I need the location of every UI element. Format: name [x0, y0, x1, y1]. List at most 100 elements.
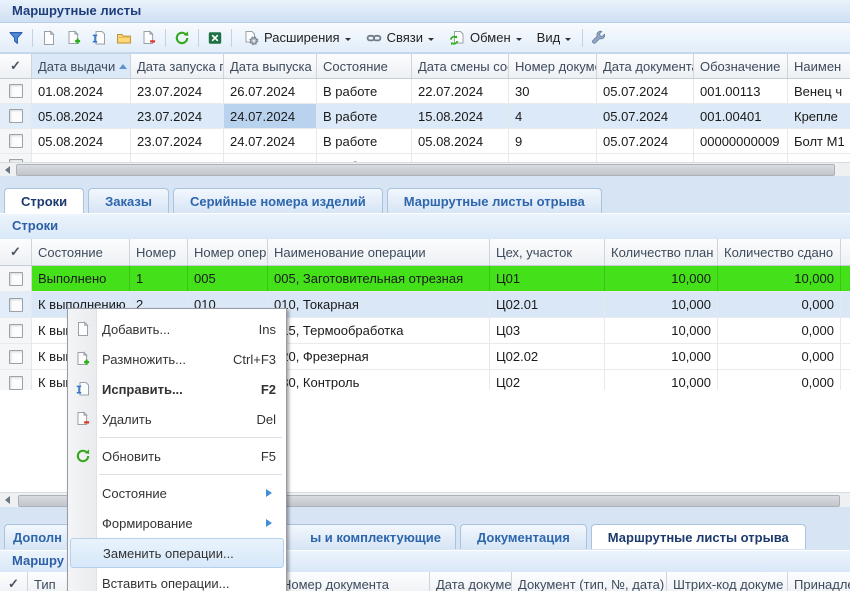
row-checkbox[interactable] [9, 109, 23, 123]
context-menu: Добавить... Ins Размножить... Ctrl+F3 Ис… [67, 308, 287, 591]
column-header-doc-number[interactable]: Номер документа [276, 572, 430, 591]
table-row-done[interactable]: Выполнено1 005005, Заготовительная отрез… [0, 266, 850, 292]
tab-tear-off-sheets[interactable]: Маршрутные листы отрыва [387, 188, 602, 213]
column-header-qty-done[interactable]: Количество сдано [718, 239, 841, 265]
tab-serial-numbers[interactable]: Серийные номера изделий [173, 188, 383, 213]
filter-icon [8, 30, 24, 46]
tab-lines[interactable]: Строки [4, 188, 84, 213]
tab-tear-off-sheets-bottom[interactable]: Маршрутные листы отрыва [591, 524, 806, 549]
table-row[interactable]: 01.08.202423.07.2024 26.07.2024В работе … [0, 79, 850, 104]
toolbar-separator [582, 29, 583, 47]
scrollbar-thumb[interactable] [16, 164, 835, 176]
extensions-gear-icon [243, 30, 259, 46]
filter-button[interactable] [4, 26, 28, 49]
column-header-op-name[interactable]: Наименование операции [268, 239, 490, 265]
column-header-barcode[interactable]: Штрих-код докуме [667, 572, 788, 591]
column-header-state[interactable]: Состояние [32, 239, 130, 265]
focused-cell[interactable]: 24.07.2024 [224, 104, 317, 128]
app-window: Маршрутные листы [0, 0, 850, 591]
row-checkbox[interactable] [9, 84, 23, 98]
refresh-button[interactable] [170, 26, 194, 49]
row-checkbox-cell[interactable] [0, 344, 32, 369]
row-checkbox[interactable] [9, 272, 23, 286]
tab-orders[interactable]: Заказы [88, 188, 169, 213]
column-header-state[interactable]: Состояние [317, 54, 412, 78]
column-header-state-change-date[interactable]: Дата смены сос [412, 54, 509, 78]
add-button[interactable] [37, 26, 61, 49]
column-header-workshop[interactable]: Цех, участок [490, 239, 605, 265]
menu-item-duplicate[interactable]: Размножить... Ctrl+F3 [68, 344, 286, 374]
table-row-selected[interactable]: 05.08.202423.07.2024 24.07.2024В работе … [0, 104, 850, 129]
column-header-document[interactable]: Документ (тип, №, дата) [512, 572, 667, 591]
chevron-down-icon [516, 38, 522, 44]
table-row[interactable]: 05.08.202423.07.2024 24.07.2024В работе … [0, 129, 850, 154]
window-title-bar: Маршрутные листы [0, 0, 850, 23]
scroll-left-arrow[interactable] [3, 496, 11, 504]
exchange-icon [449, 30, 465, 46]
menu-item-state[interactable]: Состояние [68, 478, 286, 508]
menu-item-edit[interactable]: Исправить... F2 [68, 374, 286, 404]
row-checkbox-cell[interactable] [0, 104, 32, 128]
exchange-menu-button[interactable]: Обмен [442, 26, 529, 49]
new-document-icon [41, 30, 57, 46]
copy-button[interactable] [62, 26, 86, 49]
check-column-header[interactable]: ✓ [0, 54, 32, 78]
edit-document-icon [91, 30, 107, 46]
copy-document-icon [74, 351, 92, 367]
submenu-arrow-icon [266, 489, 276, 497]
settings-button[interactable] [587, 26, 611, 49]
row-checkbox-cell[interactable] [0, 129, 32, 153]
links-menu-button[interactable]: Связи [359, 26, 441, 49]
row-checkbox[interactable] [9, 376, 23, 390]
wrench-icon [591, 30, 607, 46]
toolbar-separator [165, 29, 166, 47]
table-body: 01.08.202423.07.2024 26.07.2024В работе … [0, 79, 850, 163]
row-checkbox-cell[interactable] [0, 318, 32, 343]
horizontal-scrollbar[interactable] [0, 162, 850, 176]
column-header-doc-date[interactable]: Дата документа [430, 572, 512, 591]
menu-item-refresh[interactable]: Обновить F5 [68, 441, 286, 471]
column-header-doc-date[interactable]: Дата документа [597, 54, 694, 78]
column-header-doc-number[interactable]: Номер докуме [509, 54, 597, 78]
open-button[interactable] [112, 26, 136, 49]
excel-icon [207, 30, 223, 46]
main-toolbar: Расширения Связи Обмен Вид [0, 23, 850, 53]
menu-item-delete[interactable]: Удалить Del [68, 404, 286, 434]
check-column-header[interactable]: ✓ [0, 572, 28, 591]
tab-documentation[interactable]: Документация [460, 524, 587, 549]
chevron-down-icon [565, 38, 571, 44]
view-menu-button[interactable]: Вид [530, 26, 579, 49]
menu-item-replace-operations[interactable]: Заменить операции... [70, 538, 284, 568]
edit-button[interactable] [87, 26, 111, 49]
row-checkbox[interactable] [9, 134, 23, 148]
column-header-qty-plan[interactable]: Количество план [605, 239, 718, 265]
column-header-issue-date[interactable]: Дата выдачи [32, 54, 131, 78]
copy-document-icon [66, 30, 82, 46]
detail-tabs: Строки Заказы Серийные номера изделий Ма… [0, 188, 602, 213]
row-checkbox[interactable] [9, 350, 23, 364]
export-excel-button[interactable] [203, 26, 227, 49]
check-column-header[interactable]: ✓ [0, 239, 32, 265]
extensions-menu-button[interactable]: Расширения [236, 26, 358, 49]
refresh-icon [74, 448, 92, 464]
column-header-belonging[interactable]: Принадлежн [788, 572, 850, 591]
column-header-launch-date[interactable]: Дата запуска п [131, 54, 224, 78]
row-checkbox[interactable] [9, 324, 23, 338]
row-checkbox-cell[interactable] [0, 292, 32, 317]
column-header-op-number[interactable]: Номер опера [188, 239, 268, 265]
column-header-number[interactable]: Номер [130, 239, 188, 265]
scroll-left-arrow[interactable] [3, 166, 11, 174]
row-checkbox-cell[interactable] [0, 266, 32, 291]
row-checkbox[interactable] [9, 298, 23, 312]
column-header-release-date[interactable]: Дата выпуска п [224, 54, 317, 78]
chevron-down-icon [345, 38, 351, 44]
menu-item-add[interactable]: Добавить... Ins [68, 314, 286, 344]
delete-button[interactable] [137, 26, 161, 49]
column-header-name[interactable]: Наимен [788, 54, 850, 78]
menu-item-insert-operations[interactable]: Вставить операции... [68, 568, 286, 591]
menu-separator [99, 474, 282, 475]
row-checkbox-cell[interactable] [0, 79, 32, 103]
menu-item-formation[interactable]: Формирование [68, 508, 286, 538]
menu-separator [99, 437, 282, 438]
column-header-designation[interactable]: Обозначение [694, 54, 788, 78]
